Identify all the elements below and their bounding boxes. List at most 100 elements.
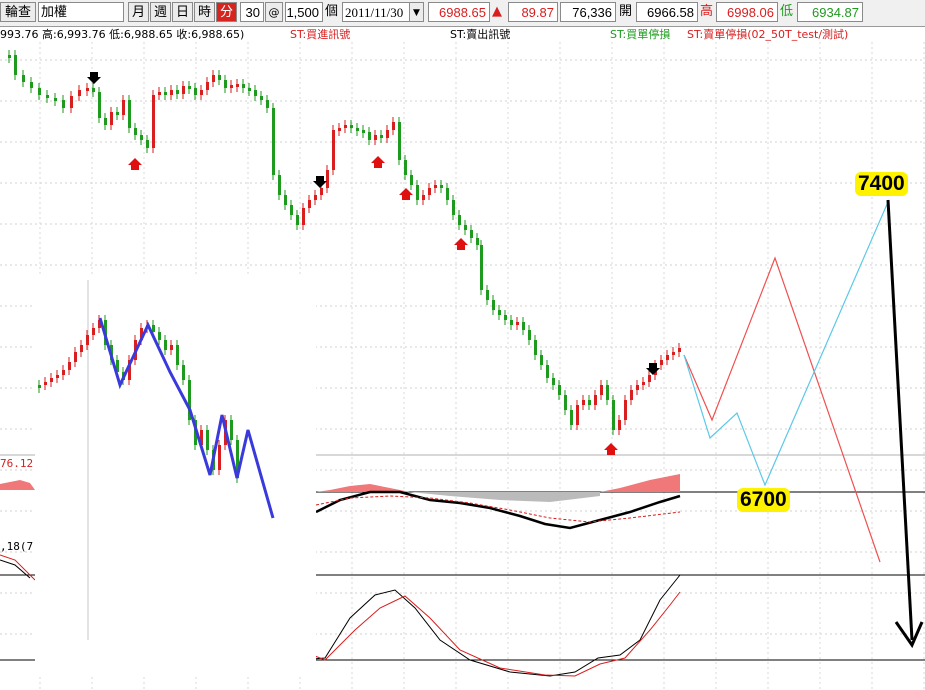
candle-body — [308, 200, 311, 208]
candle-body — [164, 92, 167, 95]
macd-bar-red — [0, 480, 35, 490]
candle-body — [22, 75, 25, 82]
inset-candle-body — [86, 335, 89, 345]
candle-body — [356, 128, 359, 131]
candle-body — [374, 135, 377, 140]
candle-body — [470, 230, 473, 238]
candle-body — [182, 86, 185, 94]
candle-body — [236, 84, 239, 87]
sell-arrow-icon — [313, 176, 327, 188]
candle-body — [546, 365, 549, 378]
candle-body — [320, 188, 323, 195]
target-high-label: 7400 — [855, 172, 908, 196]
candle-body — [54, 98, 57, 101]
candle-body — [140, 135, 143, 140]
inset-candle-body — [50, 378, 53, 382]
projection-red-path — [683, 256, 881, 563]
candle-body — [504, 315, 507, 320]
candle-body — [272, 108, 275, 175]
inset-candle-body — [152, 325, 155, 332]
candle-body — [416, 185, 419, 200]
candle-body — [618, 420, 621, 430]
sell-arrow-icon — [87, 72, 101, 84]
inset-candle-body — [56, 375, 59, 378]
candle-body — [8, 55, 11, 58]
candle-body — [30, 82, 33, 88]
candle-body — [194, 88, 197, 95]
candle-body — [486, 290, 489, 300]
candle-body — [552, 378, 555, 385]
candle-body — [404, 160, 407, 175]
candle-body — [326, 170, 329, 188]
candle-body — [630, 390, 633, 400]
candle-body — [146, 140, 149, 148]
candle-body — [392, 122, 395, 130]
candle-body — [422, 195, 425, 200]
candle-body — [642, 382, 645, 385]
price-chart-canvas[interactable] — [0, 0, 925, 690]
candle-body — [212, 75, 215, 82]
candle-body — [260, 96, 263, 100]
candle-body — [492, 300, 495, 310]
kd-indicator-label: ,18(7 — [0, 540, 34, 553]
candle-body — [70, 96, 73, 108]
candle-body — [46, 95, 49, 98]
candle-body — [266, 100, 269, 108]
candle-body — [510, 320, 513, 325]
candle-body — [254, 90, 257, 96]
inset-candle-body — [80, 345, 83, 352]
candle-body — [434, 185, 437, 188]
inset-candle-body — [182, 365, 185, 380]
inset-candle-body — [218, 445, 221, 470]
candle-body — [302, 208, 305, 225]
candle-body — [170, 90, 173, 95]
projection-cyan-path — [683, 201, 889, 487]
candle-body — [576, 405, 579, 425]
candle-body — [666, 355, 669, 360]
candle-body — [362, 130, 365, 133]
candle-body — [110, 112, 113, 125]
candle-body — [338, 128, 341, 131]
candle-body — [86, 88, 89, 91]
candle-body — [200, 90, 203, 95]
buy-arrow-icon — [128, 158, 142, 170]
candle-body — [612, 400, 615, 430]
candle-body — [176, 90, 179, 94]
candle-body — [278, 175, 281, 195]
candle-body — [446, 188, 449, 200]
target-low-label: 6700 — [737, 488, 790, 512]
candle-body — [570, 410, 573, 425]
candle-body — [648, 375, 651, 382]
inset-candle-body — [74, 352, 77, 362]
inset-candle-body — [38, 385, 41, 388]
candle-body — [98, 92, 101, 118]
candle-body — [410, 175, 413, 185]
candle-body — [594, 395, 597, 405]
inset-candle-body — [164, 340, 167, 350]
candle-body — [558, 385, 561, 395]
candle-body — [230, 85, 233, 88]
candle-body — [522, 322, 525, 330]
candle-body — [540, 355, 543, 365]
candle-body — [62, 100, 65, 108]
candle-body — [386, 130, 389, 138]
candle-body — [458, 215, 461, 225]
candle-body — [122, 100, 125, 115]
projection-overlay — [35, 199, 924, 675]
inset-candle-body — [170, 345, 173, 350]
candle-body — [564, 395, 567, 410]
candle-body — [440, 185, 443, 188]
candle-body — [116, 112, 119, 115]
candle-body — [452, 200, 455, 215]
candle-body — [188, 86, 191, 89]
candle-body — [600, 385, 603, 395]
candle-body — [344, 125, 347, 128]
volume-indicator-label: 76.12 — [0, 457, 34, 470]
buy-arrow-icon — [371, 156, 385, 168]
candle-body — [534, 340, 537, 355]
inset-chart-panel — [35, 275, 316, 675]
candle-body — [296, 215, 299, 225]
sell-arrow-icon — [646, 363, 660, 375]
candle-body — [38, 88, 41, 95]
candle-body — [678, 348, 681, 352]
